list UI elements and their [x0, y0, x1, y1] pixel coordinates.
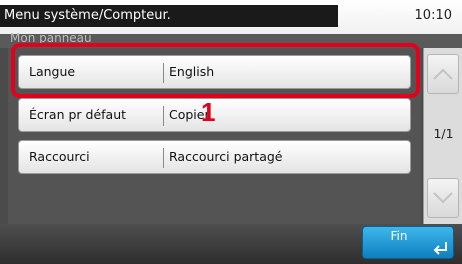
highlight-outline	[11, 43, 420, 98]
setting-row-shortcut[interactable]: Raccourci Raccourci partagé	[18, 140, 411, 174]
screen-title: Menu système/Compteur.	[0, 5, 338, 27]
fin-label: Fin	[390, 229, 408, 243]
row-divider	[163, 106, 164, 126]
page-counter: 1/1	[433, 126, 454, 141]
setting-value: Raccourci partagé	[169, 149, 283, 164]
enter-return-icon	[433, 242, 447, 255]
chevron-down-icon	[433, 192, 453, 204]
fin-button[interactable]: Fin	[362, 226, 454, 259]
scroll-panel: 1/1	[423, 48, 462, 224]
row-divider	[163, 148, 164, 168]
panel-screen: Menu système/Compteur. 10:10 Mon panneau…	[0, 0, 462, 264]
scroll-up-button[interactable]	[427, 54, 459, 94]
title-bar: Menu système/Compteur. 10:10	[0, 0, 462, 34]
callout-number: 1	[201, 97, 216, 127]
scroll-down-button[interactable]	[427, 178, 459, 218]
clock: 10:10	[414, 8, 452, 23]
chevron-up-icon	[433, 68, 453, 80]
setting-label: Raccourci	[29, 149, 90, 164]
setting-label: Écran pr défaut	[29, 107, 127, 122]
